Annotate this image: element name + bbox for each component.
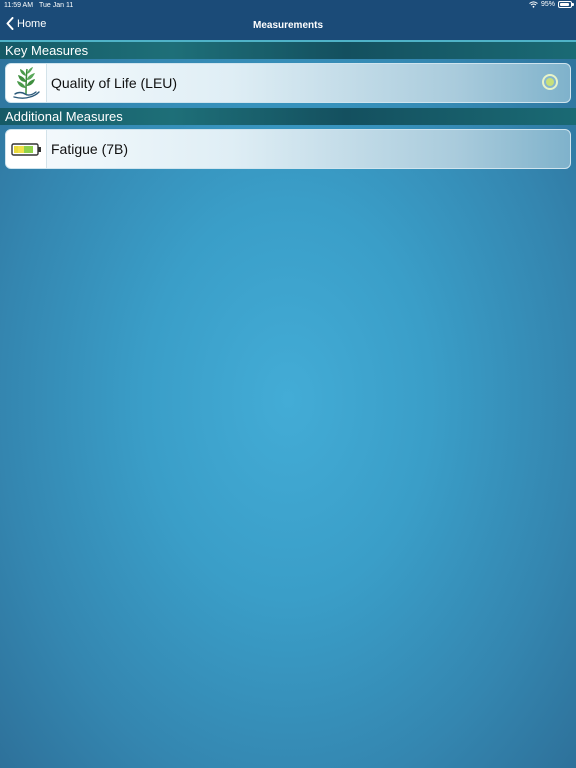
selected-radio-icon[interactable] [542,74,558,90]
battery-level-icon [6,130,47,168]
measure-label: Quality of Life (LEU) [51,75,178,91]
navigation-bar: Home Measurements [0,12,576,41]
measure-label: Fatigue (7B) [51,141,129,157]
status-indicators: 95% [529,1,574,8]
plant-in-hand-icon [6,64,47,102]
status-date: Tue Jan 11 [39,2,74,9]
status-bar: 11:59 AM Tue Jan 11 95% [0,0,576,12]
battery-percent: 95% [540,1,555,8]
page-title: Measurements [252,20,324,31]
battery-icon [558,1,574,8]
measure-row-quality-of-life[interactable]: Quality of Life (LEU) [5,63,571,103]
status-time: 11:59 AM [4,2,34,9]
section-header-additional-measures: Additional Measures [0,108,576,125]
section-header-key-measures: Key Measures [0,42,576,59]
measure-row-fatigue[interactable]: Fatigue (7B) [5,129,571,169]
top-bar: 11:59 AM Tue Jan 11 95% Home Measurement… [0,0,576,41]
wifi-icon [529,1,538,8]
